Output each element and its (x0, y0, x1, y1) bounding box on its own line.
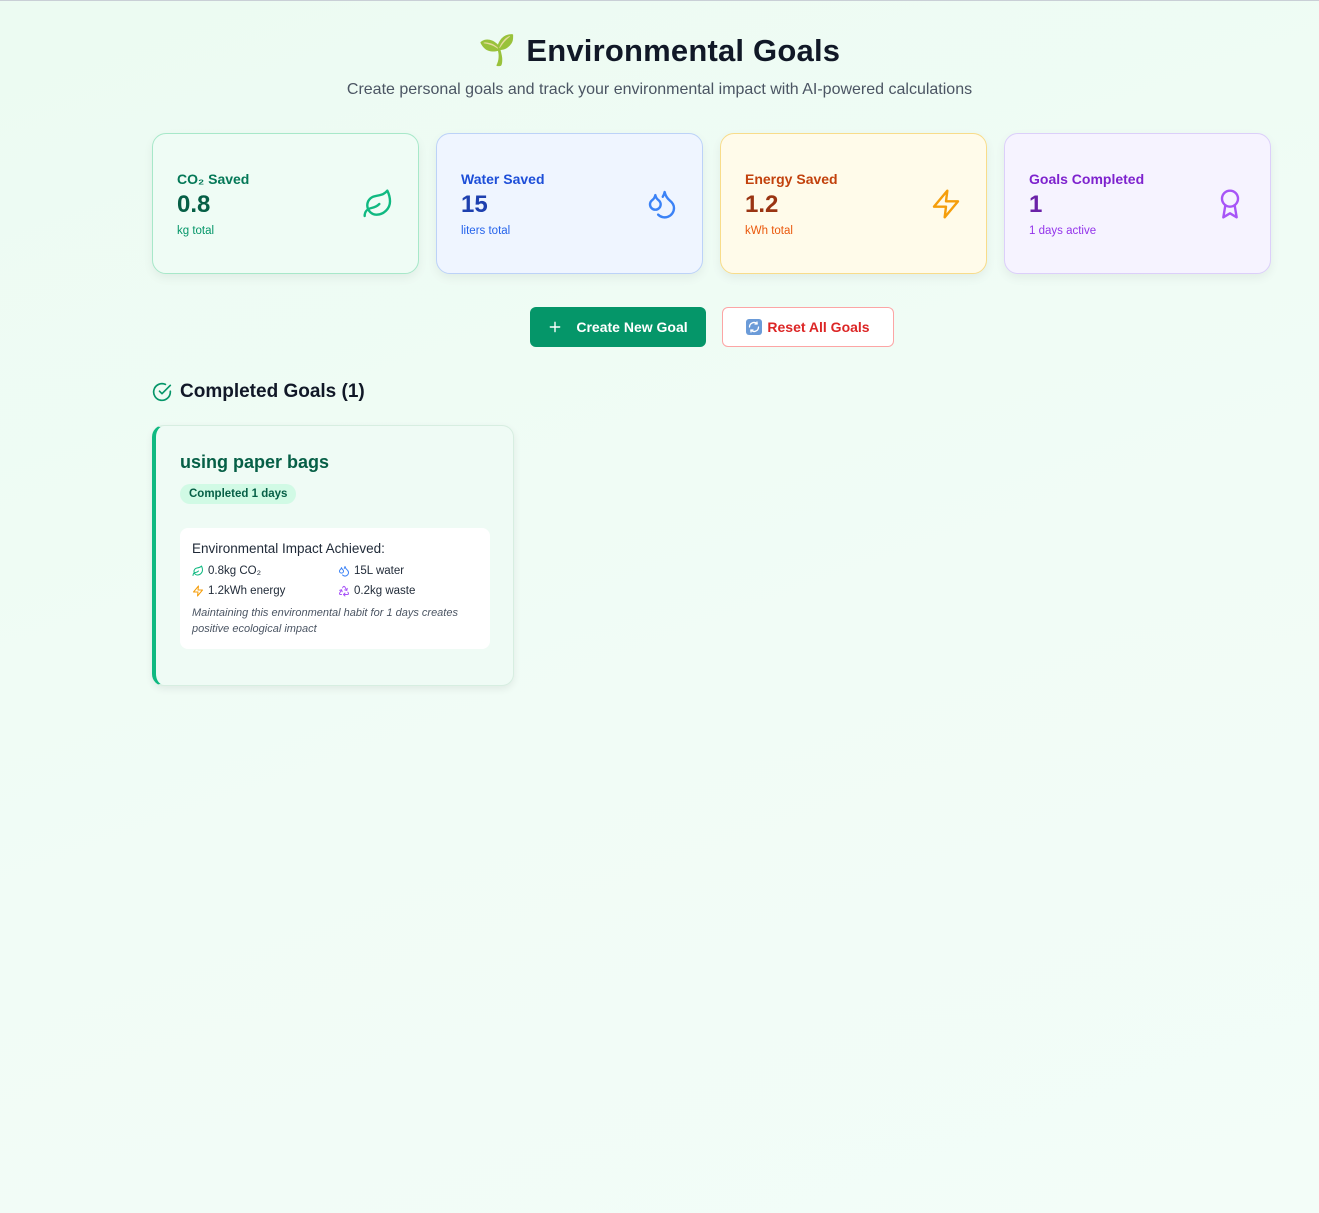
plus-icon (549, 321, 561, 333)
impact-energy-text: 1.2kWh energy (208, 585, 286, 597)
stat-unit: kg total (177, 224, 215, 237)
stat-card-energy: Energy Saved 1.2 kWh total (720, 133, 987, 274)
page-header: 🌱 Environmental Goals Create personal go… (0, 1, 1319, 99)
award-icon (1220, 188, 1240, 219)
completed-goals-title: Completed Goals (1) (180, 381, 365, 402)
refresh-icon (746, 319, 763, 335)
stat-value: 1.2 (745, 190, 779, 218)
goal-name: using paper bags (180, 452, 330, 472)
completed-goals-heading: Completed Goals (1) (152, 381, 365, 403)
stat-label: Goals Completed (1029, 170, 1145, 187)
impact-co2-text: 0.8kg CO₂ (208, 565, 262, 577)
page-title-text: Environmental Goals (526, 33, 841, 68)
stat-card-water: Water Saved 15 liters total (436, 133, 703, 274)
stat-label: Water Saved (461, 170, 545, 187)
impact-energy: 1.2kWh energy (192, 585, 338, 597)
actions-row: Create New Goal Reset All Goals (530, 307, 894, 347)
stat-unit: 1 days active (1029, 224, 1097, 237)
stat-value: 1 (1029, 190, 1043, 218)
droplets-icon (339, 566, 350, 577)
impact-waste: 0.2kg waste (338, 585, 468, 597)
impact-co2: 0.8kg CO₂ (192, 565, 338, 577)
check-circle-icon (152, 382, 172, 402)
reset-goals-button[interactable]: Reset All Goals (722, 307, 894, 347)
impact-title: Environmental Impact Achieved: (192, 541, 385, 556)
droplets-icon (648, 190, 676, 219)
stat-label: Energy Saved (745, 170, 838, 187)
impact-grid: 0.8kg CO₂ 15L water 1.2kWh energy 0.2kg … (192, 565, 478, 597)
leaf-icon (363, 188, 392, 217)
impact-water: 15L water (338, 565, 468, 577)
completed-goal-card: using paper bags Completed 1 days Enviro… (152, 425, 514, 686)
reset-goals-label: Reset All Goals (767, 319, 870, 335)
stat-value: 15 (461, 190, 488, 218)
zap-icon (932, 188, 960, 219)
stat-card-goals: Goals Completed 1 1 days active (1004, 133, 1271, 274)
impact-panel: Environmental Impact Achieved: 0.8kg CO₂… (180, 528, 490, 649)
stat-value: 0.8 (177, 190, 211, 218)
status-badge: Completed 1 days (180, 484, 297, 504)
stat-card-co2: CO₂ Saved 0.8 kg total (152, 133, 419, 274)
impact-waste-text: 0.2kg waste (354, 585, 416, 597)
impact-note: Maintaining this environmental habit for… (192, 607, 458, 635)
stat-unit: liters total (461, 224, 511, 237)
leaf-icon (192, 565, 203, 576)
recycle-icon (338, 585, 350, 597)
impact-water-text: 15L water (354, 565, 405, 577)
create-goal-label: Create New Goal (576, 319, 688, 335)
stat-label: CO₂ Saved (177, 170, 250, 187)
stats-row: CO₂ Saved 0.8 kg total Water Saved 15 li… (152, 133, 1271, 274)
page-title: 🌱 Environmental Goals (479, 33, 840, 69)
zap-icon (193, 585, 203, 597)
page-subtitle: Create personal goals and track your env… (346, 81, 973, 98)
create-goal-button[interactable]: Create New Goal (530, 307, 706, 347)
stat-unit: kWh total (745, 224, 793, 237)
sprout-icon: 🌱 (478, 34, 517, 67)
